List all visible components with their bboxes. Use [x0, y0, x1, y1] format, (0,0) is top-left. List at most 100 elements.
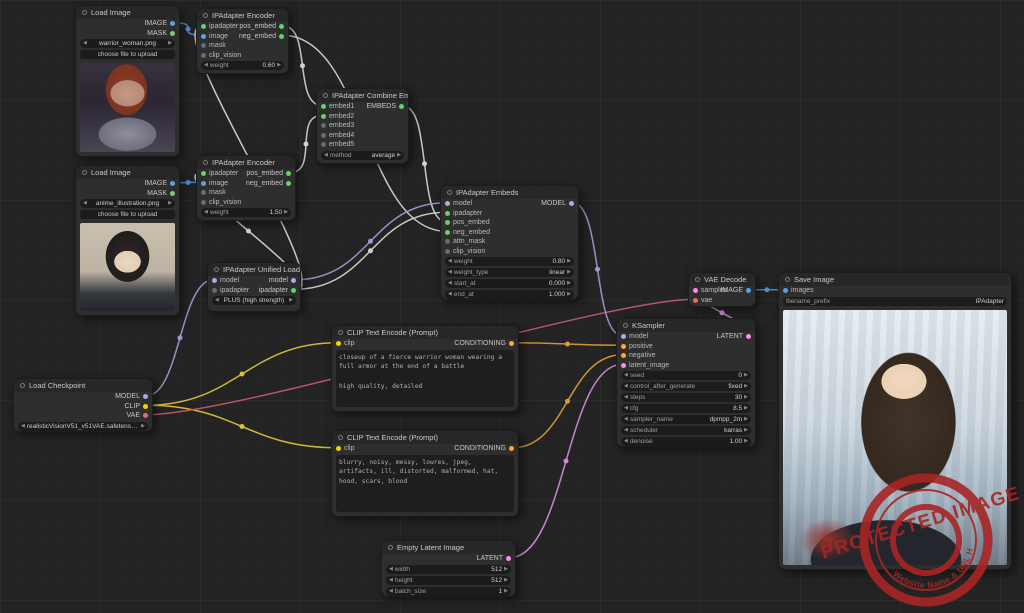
combo-next-icon[interactable]: ▶: [744, 373, 748, 378]
node-vae-decode[interactable]: VAE Decode samples vae IMAGE: [688, 272, 756, 307]
collapse-icon[interactable]: [338, 435, 343, 440]
MASK-output-dot[interactable]: [170, 190, 175, 196]
IMAGE-output-dot[interactable]: [746, 288, 751, 294]
prompt-text-widget[interactable]: blurry, noisy, messy, lowres, jpeg, arti…: [336, 454, 514, 512]
node-title-bar[interactable]: IPAdapter Combine Embeds: [317, 89, 408, 102]
node-title-bar[interactable]: KSampler: [617, 319, 755, 332]
pos_embed-input-dot[interactable]: [445, 220, 450, 226]
combo-prev-icon[interactable]: ◀: [389, 588, 393, 594]
combo-next-icon[interactable]: ▶: [744, 428, 748, 433]
widget-weight_type[interactable]: ◀ weight_type linear ▶: [445, 268, 574, 277]
embed2-input-dot[interactable]: [321, 113, 326, 119]
collapse-icon[interactable]: [695, 277, 700, 282]
latent_image-input-dot[interactable]: [621, 362, 626, 368]
MODEL-output-dot[interactable]: [569, 201, 574, 207]
node-title-bar[interactable]: Load Image: [76, 6, 179, 19]
combo-prev-icon[interactable]: ◀: [389, 577, 393, 583]
node-ipadapter-embeds[interactable]: IPAdapter Embeds model ipadapter pos_embed n…: [440, 185, 579, 300]
collapse-icon[interactable]: [203, 13, 208, 18]
node-title-bar[interactable]: IPAdapter Encoder: [197, 156, 295, 169]
combo-next-icon[interactable]: ▶: [277, 63, 281, 68]
widget-start_at[interactable]: ◀ start_at 0.000 ▶: [445, 279, 574, 288]
embed1-input-dot[interactable]: [321, 104, 326, 110]
model-input-dot[interactable]: [445, 201, 450, 207]
node-title-bar[interactable]: Load Image: [76, 166, 179, 179]
widget-end_at[interactable]: ◀ end_at 1.000 ▶: [445, 290, 574, 299]
collapse-icon[interactable]: [388, 545, 393, 550]
node-load-image-2[interactable]: Load ImageIMAGEMASK◀imageanime_illustrat…: [75, 165, 180, 316]
MASK-output-dot[interactable]: [170, 30, 175, 36]
combo-prev-icon[interactable]: ◀: [624, 428, 628, 433]
clip-input-dot[interactable]: [336, 446, 341, 452]
combo-prev-icon[interactable]: ◀: [624, 384, 628, 389]
attn_mask-input-dot[interactable]: [445, 239, 450, 245]
node-title-bar[interactable]: CLIP Text Encode (Prompt): [332, 431, 518, 444]
combo-next-icon[interactable]: ▶: [284, 210, 288, 215]
combo-prev-icon[interactable]: ◀: [204, 63, 208, 68]
model-output-dot[interactable]: [291, 278, 296, 284]
pos_embed-output-dot[interactable]: [279, 24, 284, 30]
combo-next-icon[interactable]: ▶: [168, 41, 172, 46]
MODEL-output-dot[interactable]: [143, 394, 148, 400]
combo-prev-icon[interactable]: ◀: [21, 423, 25, 429]
combo-next-icon[interactable]: ▶: [744, 406, 748, 411]
combo-prev-icon[interactable]: ◀: [624, 395, 628, 400]
combo-next-icon[interactable]: ▶: [567, 259, 571, 264]
embed4-input-dot[interactable]: [321, 132, 326, 138]
combo-next-icon[interactable]: ▶: [289, 298, 293, 303]
node-clip-text-encode-2[interactable]: CLIP Text Encode (Prompt) clip CONDITIONIN…: [331, 430, 519, 517]
node-ipadapter-encoder-1[interactable]: IPAdapter Encoder ipadapter image mask clip_…: [196, 8, 289, 74]
node-empty-latent-image[interactable]: Empty Latent Image LATENT ◀ width 512 ▶ ◀ heigh…: [381, 540, 516, 597]
clip_vision-input-dot[interactable]: [445, 248, 450, 254]
collapse-icon[interactable]: [214, 267, 219, 272]
clip-input-dot[interactable]: [336, 341, 341, 347]
combo-next-icon[interactable]: ▶: [744, 384, 748, 389]
widget-height[interactable]: ◀ height 512 ▶: [386, 575, 511, 585]
combo-next-icon[interactable]: ▶: [504, 566, 508, 572]
combo-next-icon[interactable]: ▶: [504, 577, 508, 583]
widget-batch_size[interactable]: ◀ batch_size 1 ▶: [386, 586, 511, 596]
combo-prev-icon[interactable]: ◀: [448, 281, 452, 286]
combo-next-icon[interactable]: ▶: [504, 588, 508, 594]
node-clip-text-encode-1[interactable]: CLIP Text Encode (Prompt) clip CONDITIONIN…: [331, 325, 519, 412]
LATENT-output-dot[interactable]: [506, 556, 511, 562]
widget-scheduler[interactable]: ◀ scheduler karras ▶: [621, 426, 751, 435]
clip_vision-input-dot[interactable]: [201, 52, 206, 58]
widget-cfg[interactable]: ◀ cfg 8.5 ▶: [621, 404, 751, 413]
widget-preset[interactable]: ◀presetPLUS (high strength)▶: [212, 296, 296, 305]
collapse-icon[interactable]: [785, 277, 790, 282]
ipadapter-input-dot[interactable]: [212, 287, 217, 293]
widget-control_after_generate[interactable]: ◀ control_after_generate fixed ▶: [621, 382, 751, 391]
widget-choose file to upload[interactable]: choose file to upload: [80, 50, 175, 59]
combo-prev-icon[interactable]: ◀: [624, 373, 628, 378]
mask-input-dot[interactable]: [201, 43, 206, 49]
collapse-icon[interactable]: [323, 93, 328, 98]
combo-next-icon[interactable]: ▶: [168, 201, 172, 206]
collapse-icon[interactable]: [338, 330, 343, 335]
combo-next-icon[interactable]: ▶: [744, 439, 748, 444]
neg_embed-input-dot[interactable]: [445, 229, 450, 235]
CLIP-output-dot[interactable]: [143, 403, 148, 409]
combo-prev-icon[interactable]: ◀: [324, 152, 328, 158]
IMAGE-output-dot[interactable]: [170, 181, 175, 187]
collapse-icon[interactable]: [623, 323, 628, 328]
combo-prev-icon[interactable]: ◀: [624, 439, 628, 444]
node-title-bar[interactable]: IPAdapter Embeds: [441, 186, 578, 199]
node-title-bar[interactable]: Save Image: [779, 273, 1011, 286]
node-ipadapter-encoder-2[interactable]: IPAdapter Encoder ipadapter image mask clip_…: [196, 155, 296, 221]
combo-prev-icon[interactable]: ◀: [215, 298, 219, 303]
node-save-image[interactable]: Save Image images filename_prefix IPAdapter: [778, 272, 1012, 570]
combo-prev-icon[interactable]: ◀: [448, 259, 452, 264]
combo-next-icon[interactable]: ▶: [567, 292, 571, 297]
pos_embed-output-dot[interactable]: [286, 171, 291, 177]
combo-next-icon[interactable]: ▶: [744, 395, 748, 400]
collapse-icon[interactable]: [20, 383, 25, 388]
ipadapter-input-dot[interactable]: [201, 171, 206, 177]
combo-prev-icon[interactable]: ◀: [83, 201, 87, 206]
image-input-dot[interactable]: [201, 180, 206, 186]
combo-prev-icon[interactable]: ◀: [448, 270, 452, 275]
node-title-bar[interactable]: VAE Decode: [689, 273, 755, 286]
samples-input-dot[interactable]: [693, 288, 698, 294]
combo-next-icon[interactable]: ▶: [397, 152, 401, 158]
embed5-input-dot[interactable]: [321, 142, 326, 148]
